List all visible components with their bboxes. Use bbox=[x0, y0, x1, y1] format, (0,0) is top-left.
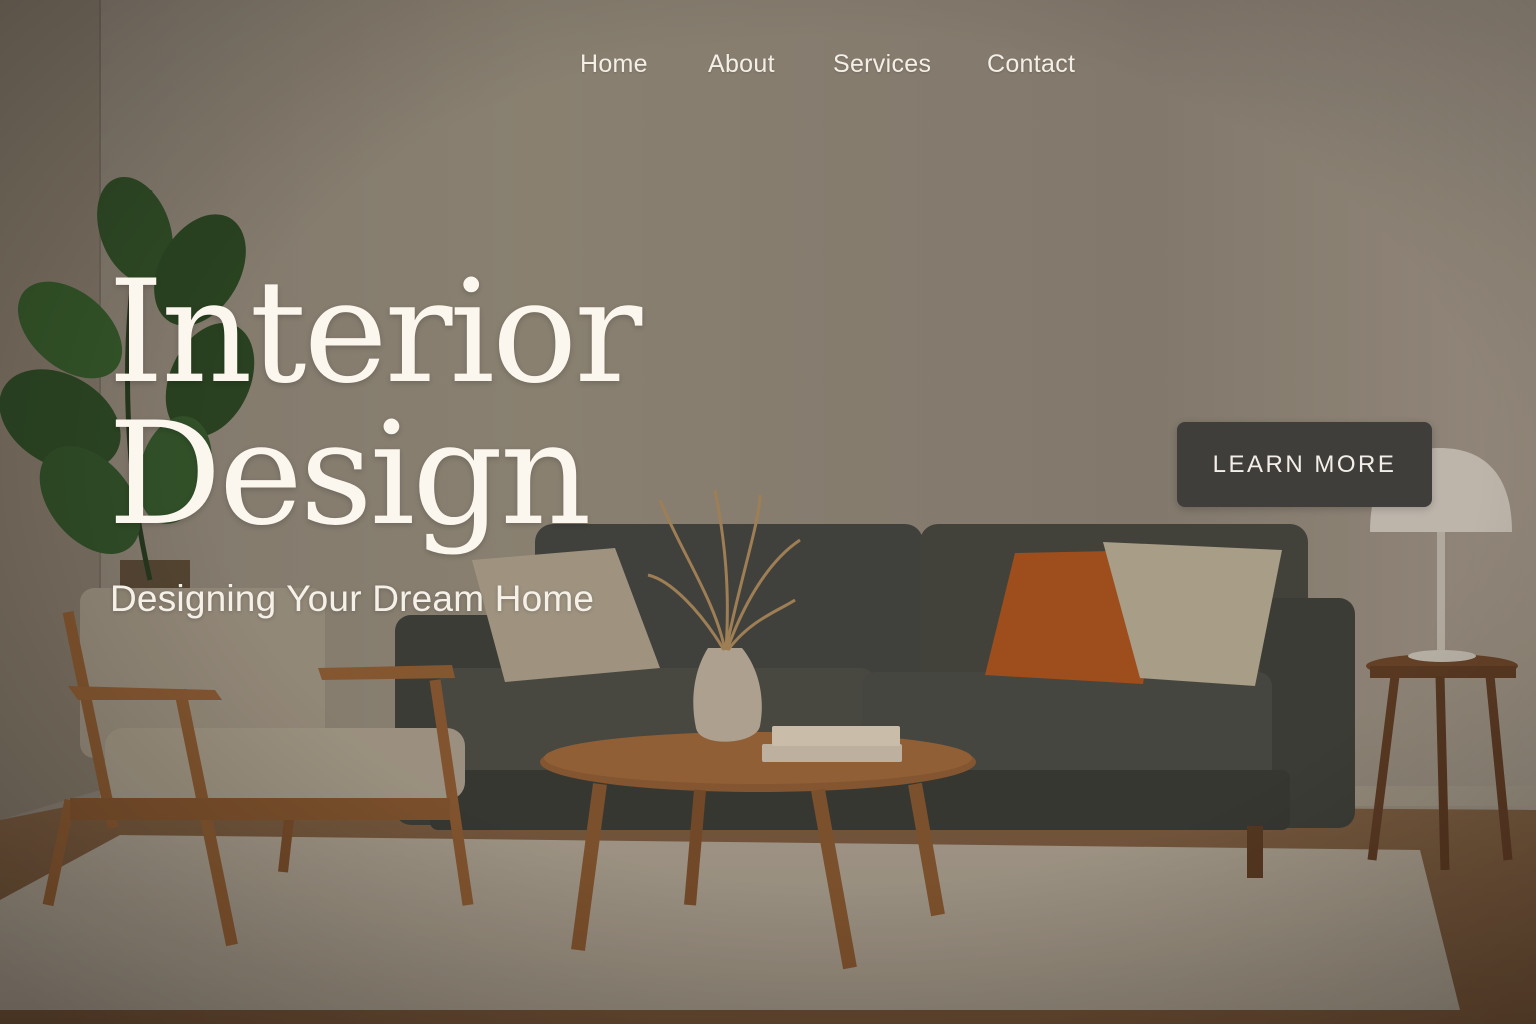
nav-about-link[interactable]: About bbox=[708, 50, 775, 79]
nav-home-link[interactable]: Home bbox=[580, 50, 648, 79]
main-nav: Home About Services Contact bbox=[0, 50, 1536, 90]
learn-more-button[interactable]: LEARN MORE bbox=[1177, 422, 1432, 507]
hero-subtitle: Designing Your Dream Home bbox=[110, 578, 595, 619]
nav-services-link[interactable]: Services bbox=[833, 50, 931, 79]
hero-title: Interior Design bbox=[108, 250, 642, 557]
nav-contact-link[interactable]: Contact bbox=[987, 50, 1075, 79]
hero-title-line1: Interior bbox=[108, 250, 642, 415]
hero-title-line2: Design bbox=[108, 392, 592, 557]
